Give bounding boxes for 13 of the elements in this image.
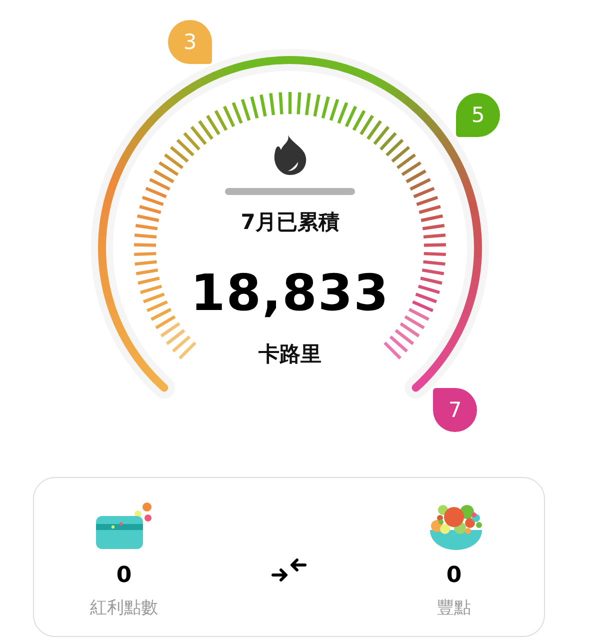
month-total-label: 7月已累積	[240, 209, 340, 235]
points-label: 豐點	[437, 597, 471, 619]
points-value: 0	[116, 562, 132, 590]
count-badge: 5	[456, 93, 500, 137]
exchange-arrows-icon[interactable]	[271, 558, 307, 584]
flame-icon	[273, 134, 307, 176]
calorie-unit: 卡路里	[258, 341, 322, 367]
points-label: 紅利點數	[90, 597, 158, 619]
count-badge: 3	[168, 20, 212, 64]
card-icon	[94, 502, 154, 552]
points-value: 0	[446, 562, 462, 590]
calorie-value: 18,833	[190, 263, 390, 323]
count-badge: 7	[433, 388, 477, 432]
